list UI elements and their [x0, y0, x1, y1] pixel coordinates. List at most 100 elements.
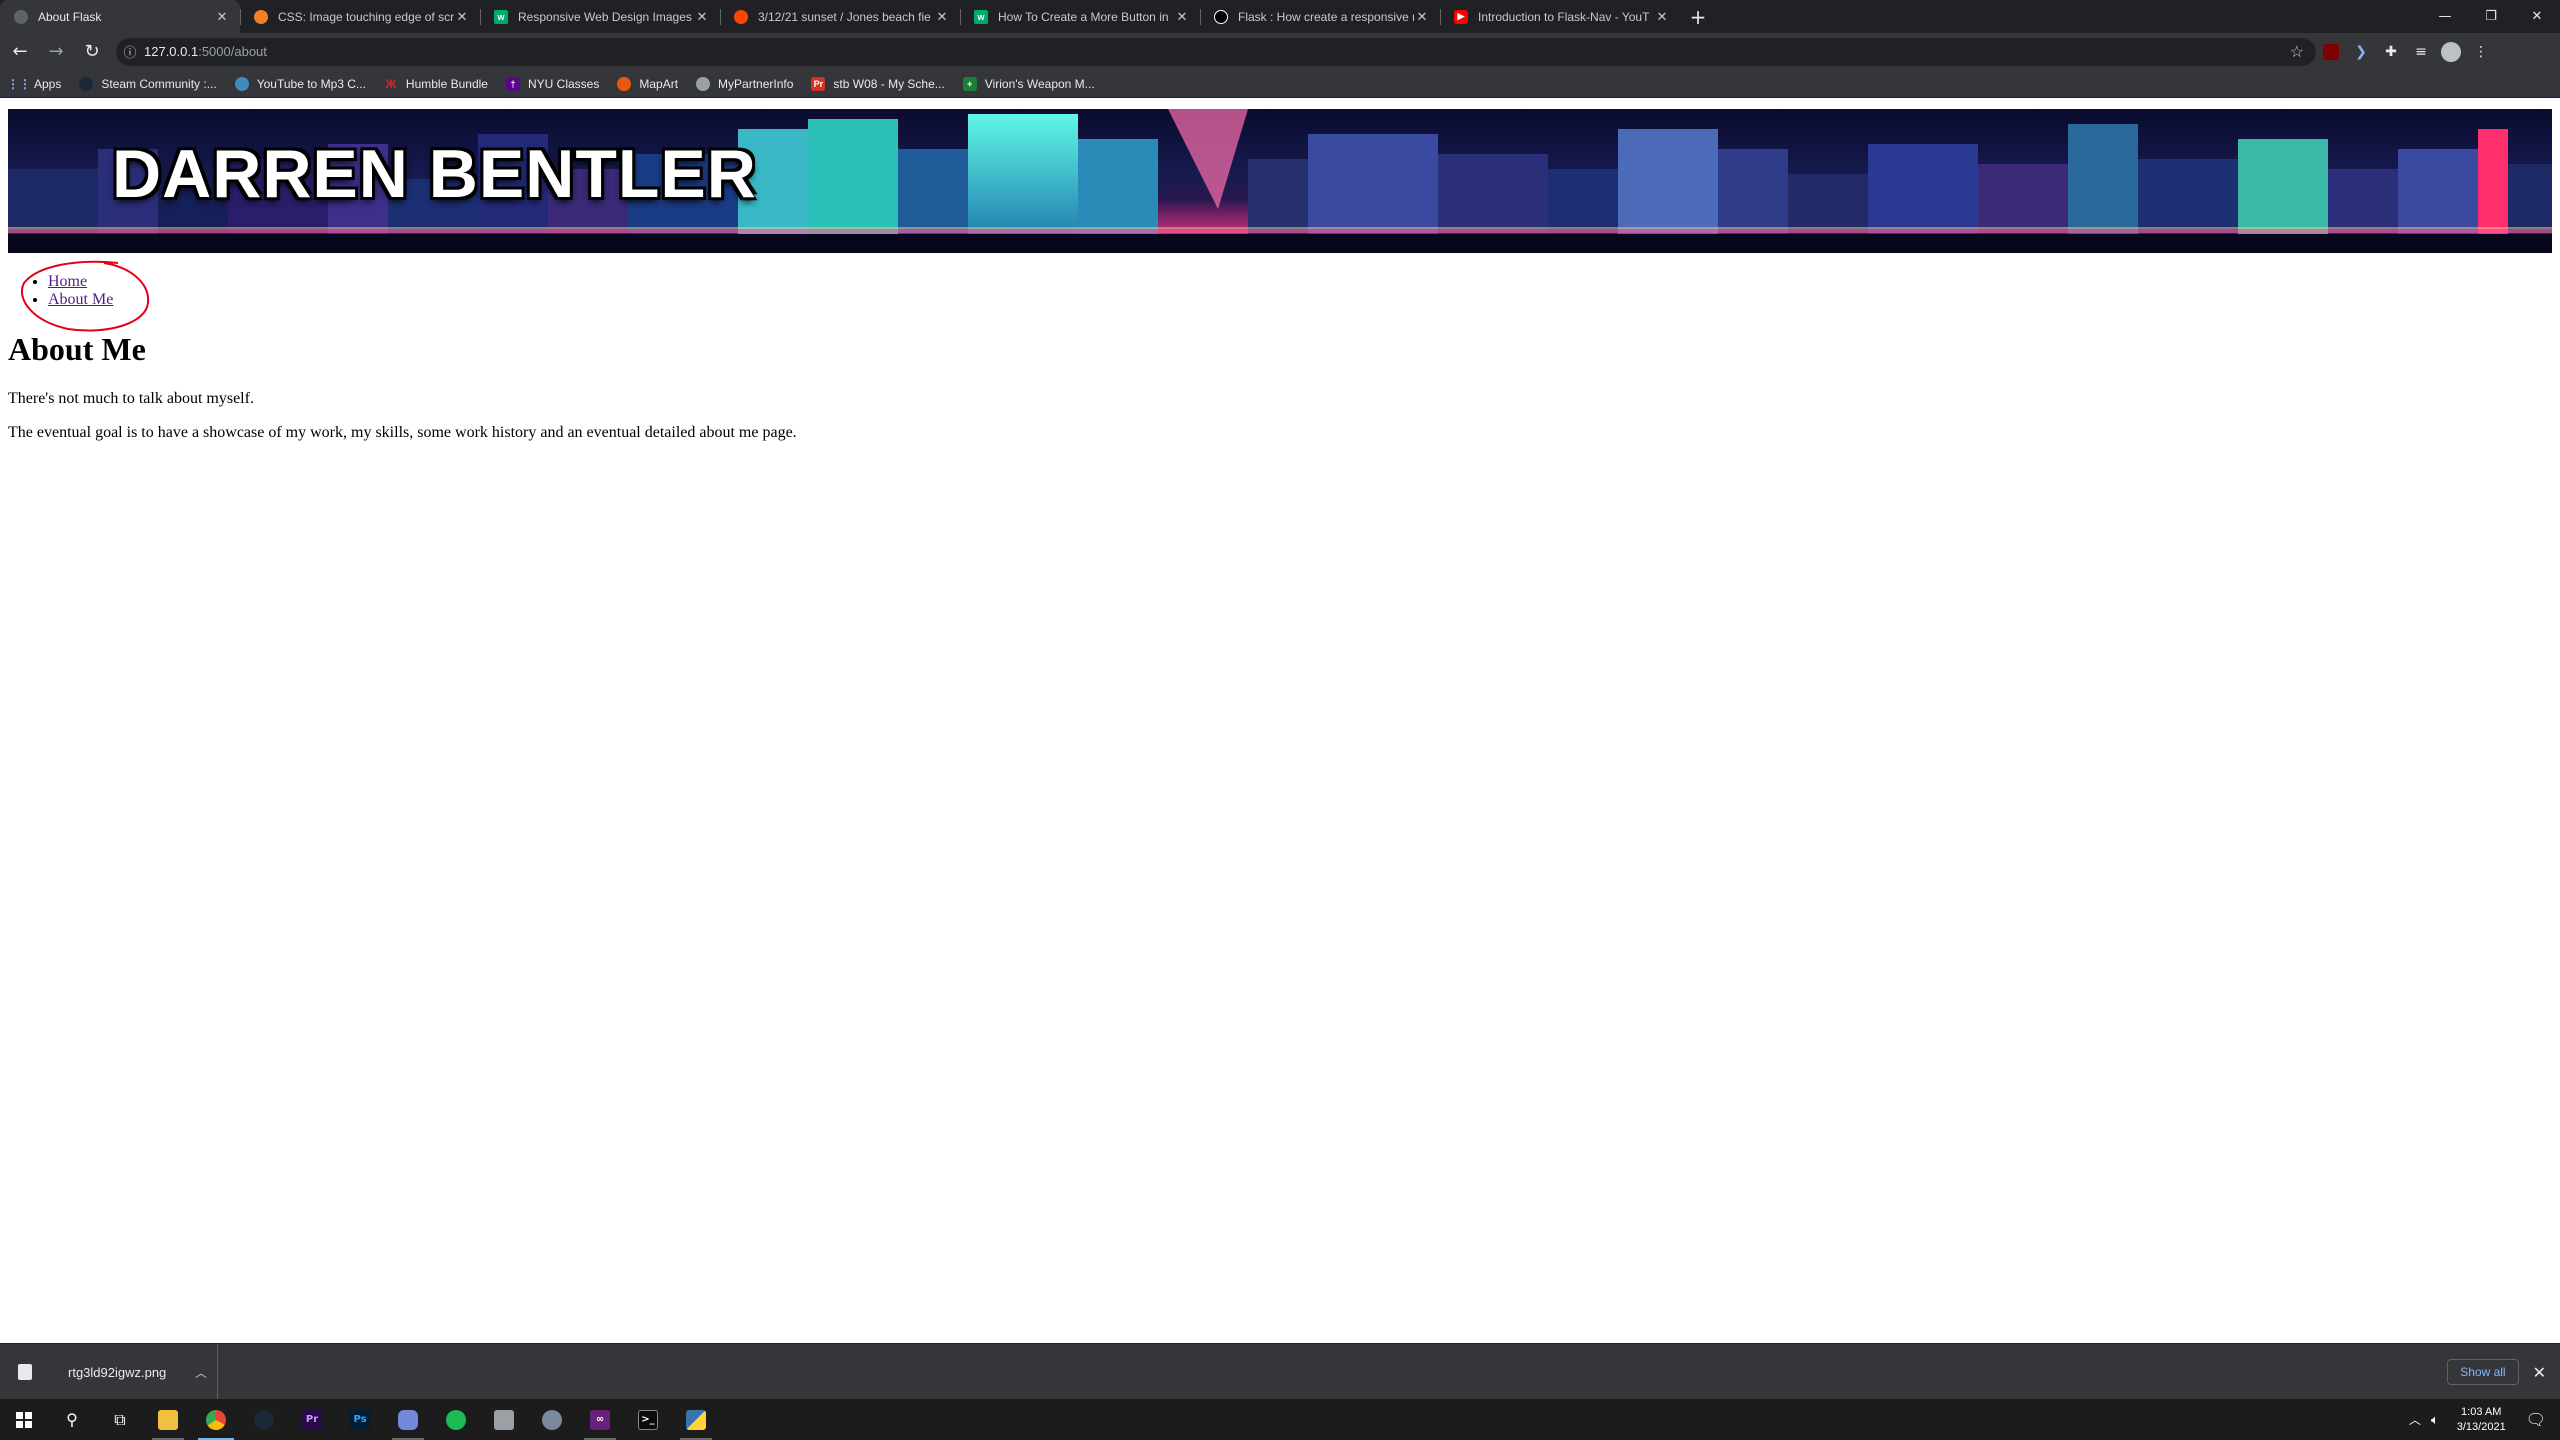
close-tab-icon[interactable]: ✕	[214, 9, 230, 25]
globe-icon	[14, 9, 28, 24]
bookmark-nyu-classes[interactable]: † NYU Classes	[505, 76, 600, 91]
medium-icon	[1214, 9, 1228, 24]
search-icon[interactable]: ⚲	[48, 1399, 96, 1440]
bookmark-humble-bundle[interactable]: Ж Humble Bundle	[384, 77, 488, 91]
browser-tab[interactable]: ▶ Introduction to Flask-Nav - YouT ✕	[1440, 0, 1680, 33]
ublock-icon[interactable]	[2316, 37, 2346, 67]
window-controls: — ❐ ✕	[2422, 0, 2560, 33]
address-bar[interactable]: ⓘ 127.0.0.1:5000/about ☆	[116, 37, 2316, 66]
browser-tab[interactable]: CSS: Image touching edge of scr ✕	[240, 0, 480, 33]
menu-kebab-icon[interactable]: ⋮	[2466, 37, 2496, 67]
premiere-icon[interactable]: Pr	[288, 1399, 336, 1440]
reload-icon[interactable]: ↻	[76, 36, 108, 68]
mapart-icon	[617, 76, 632, 91]
show-all-button[interactable]: Show all	[2447, 1359, 2519, 1385]
close-tab-icon[interactable]: ✕	[454, 9, 470, 25]
banner-title: DARREN BENTLER	[112, 136, 757, 212]
tab-title: Responsive Web Design Images	[518, 9, 692, 24]
spotify-icon[interactable]	[432, 1399, 480, 1440]
pr-icon: Pr	[811, 76, 826, 91]
chevron-up-icon[interactable]: ︿	[2409, 1411, 2421, 1428]
paragraph: The eventual goal is to have a showcase …	[8, 424, 797, 441]
reading-list-icon[interactable]: ≡	[2406, 37, 2436, 67]
url-host: 127.0.0.1	[144, 44, 199, 59]
bookmark-mapart[interactable]: MapArt	[617, 76, 678, 91]
nav-link-home[interactable]: Home	[48, 273, 87, 290]
browser-tab[interactable]: About Flask ✕	[0, 0, 240, 33]
url-path: :5000/about	[198, 44, 267, 59]
youtube-icon: ▶	[1454, 9, 1468, 24]
visual-studio-icon[interactable]: ∞	[576, 1399, 624, 1440]
page-viewport: DARREN BENTLER Home About Me About Me Th…	[0, 99, 2560, 1343]
close-tab-icon[interactable]: ✕	[1174, 9, 1190, 25]
chevron-up-icon[interactable]: ︿	[195, 1364, 207, 1381]
close-tab-icon[interactable]: ✕	[1654, 9, 1670, 25]
app-icon[interactable]	[480, 1399, 528, 1440]
stackoverflow-icon	[254, 9, 268, 24]
terminal-icon[interactable]: >_	[624, 1399, 672, 1440]
system-clock[interactable]: 1:03 AM 3/13/2021	[2457, 1405, 2506, 1435]
close-tab-icon[interactable]: ✕	[1414, 9, 1430, 25]
close-window-icon[interactable]: ✕	[2514, 0, 2560, 33]
clock-time: 1:03 AM	[2461, 1405, 2502, 1418]
download-item[interactable]: rtg3ld92igwz.png ︿	[0, 1344, 218, 1400]
clock-date: 3/13/2021	[2456, 1420, 2506, 1433]
windows-start-icon[interactable]	[0, 1399, 48, 1440]
bookmark-label: Humble Bundle	[405, 76, 488, 91]
python-icon[interactable]	[672, 1399, 720, 1440]
back-icon[interactable]: ←	[4, 36, 36, 68]
browser-tab[interactable]: w How To Create a More Button in ✕	[960, 0, 1200, 33]
reddit-icon	[734, 9, 748, 24]
bookmark-label: MyPartnerInfo	[718, 76, 794, 91]
discord-icon[interactable]	[384, 1399, 432, 1440]
file-icon	[18, 1364, 32, 1380]
photoshop-icon[interactable]: Ps	[336, 1399, 384, 1440]
steam-icon[interactable]	[240, 1399, 288, 1440]
browser-tab[interactable]: 3/12/21 sunset / Jones beach fie ✕	[720, 0, 960, 33]
globe-icon	[696, 76, 711, 91]
tab-title: 3/12/21 sunset / Jones beach fie	[758, 9, 931, 24]
bookmark-label: Virion's Weapon M...	[984, 76, 1095, 91]
bookmark-mypartnerinfo[interactable]: MyPartnerInfo	[696, 76, 794, 91]
bookmark-apps[interactable]: ⋮⋮ Apps	[7, 77, 61, 91]
tab-title: About Flask	[38, 9, 102, 24]
nyu-torch-icon: †	[505, 76, 520, 91]
nav-link-about[interactable]: About Me	[48, 291, 113, 308]
cloud-icon	[234, 76, 249, 91]
tab-title: CSS: Image touching edge of scr	[278, 9, 454, 24]
file-explorer-icon[interactable]	[144, 1399, 192, 1440]
main-nav: Home About Me	[48, 273, 113, 309]
task-view-icon[interactable]: ⧉	[96, 1399, 144, 1440]
bookmark-virion[interactable]: + Virion's Weapon M...	[962, 76, 1095, 91]
bookmark-steam[interactable]: Steam Community :...	[79, 76, 217, 91]
tab-title: Introduction to Flask-Nav - YouT	[1478, 9, 1650, 24]
minimize-icon[interactable]: —	[2422, 0, 2468, 33]
chrome-icon[interactable]	[192, 1399, 240, 1440]
browser-tab[interactable]: w Responsive Web Design Images ✕	[480, 0, 720, 33]
info-icon[interactable]: ⓘ	[116, 42, 144, 61]
app-icon[interactable]	[528, 1399, 576, 1440]
close-tab-icon[interactable]: ✕	[934, 9, 950, 25]
new-tab-button[interactable]: +	[1680, 0, 1716, 33]
bookmark-label: YouTube to Mp3 C...	[256, 76, 366, 91]
volume-icon[interactable]: 🔈︎	[2431, 1412, 2439, 1428]
restore-icon[interactable]: ❐	[2468, 0, 2514, 33]
close-icon[interactable]: ✕	[2533, 1363, 2546, 1382]
extension-arrow-icon[interactable]: ❯	[2346, 37, 2376, 67]
nav-item: About Me	[48, 291, 113, 309]
bookmark-label: Steam Community :...	[101, 76, 217, 91]
bookmark-youtube-mp3[interactable]: YouTube to Mp3 C...	[234, 76, 366, 91]
forward-icon[interactable]: →	[40, 36, 72, 68]
close-tab-icon[interactable]: ✕	[694, 9, 710, 25]
bookmark-label: NYU Classes	[527, 76, 600, 91]
notifications-icon[interactable]: 🗨︎	[2526, 1410, 2546, 1430]
browser-toolbar: ← → ↻ ⓘ 127.0.0.1:5000/about ☆ ❯ ✚ ≡ ⋮	[0, 33, 2560, 70]
bookmarks-bar: ⋮⋮ Apps Steam Community :... YouTube to …	[0, 70, 2560, 98]
profile-avatar[interactable]	[2436, 37, 2466, 67]
browser-tab[interactable]: Flask : How create a responsive n ✕	[1200, 0, 1440, 33]
paragraph: There's not much to talk about myself.	[8, 390, 254, 407]
nav-item: Home	[48, 273, 113, 291]
bookmark-stb-schedule[interactable]: Pr stb W08 - My Sche...	[811, 76, 945, 91]
bookmark-star-icon[interactable]: ☆	[2290, 42, 2304, 62]
extensions-puzzle-icon[interactable]: ✚	[2376, 37, 2406, 67]
